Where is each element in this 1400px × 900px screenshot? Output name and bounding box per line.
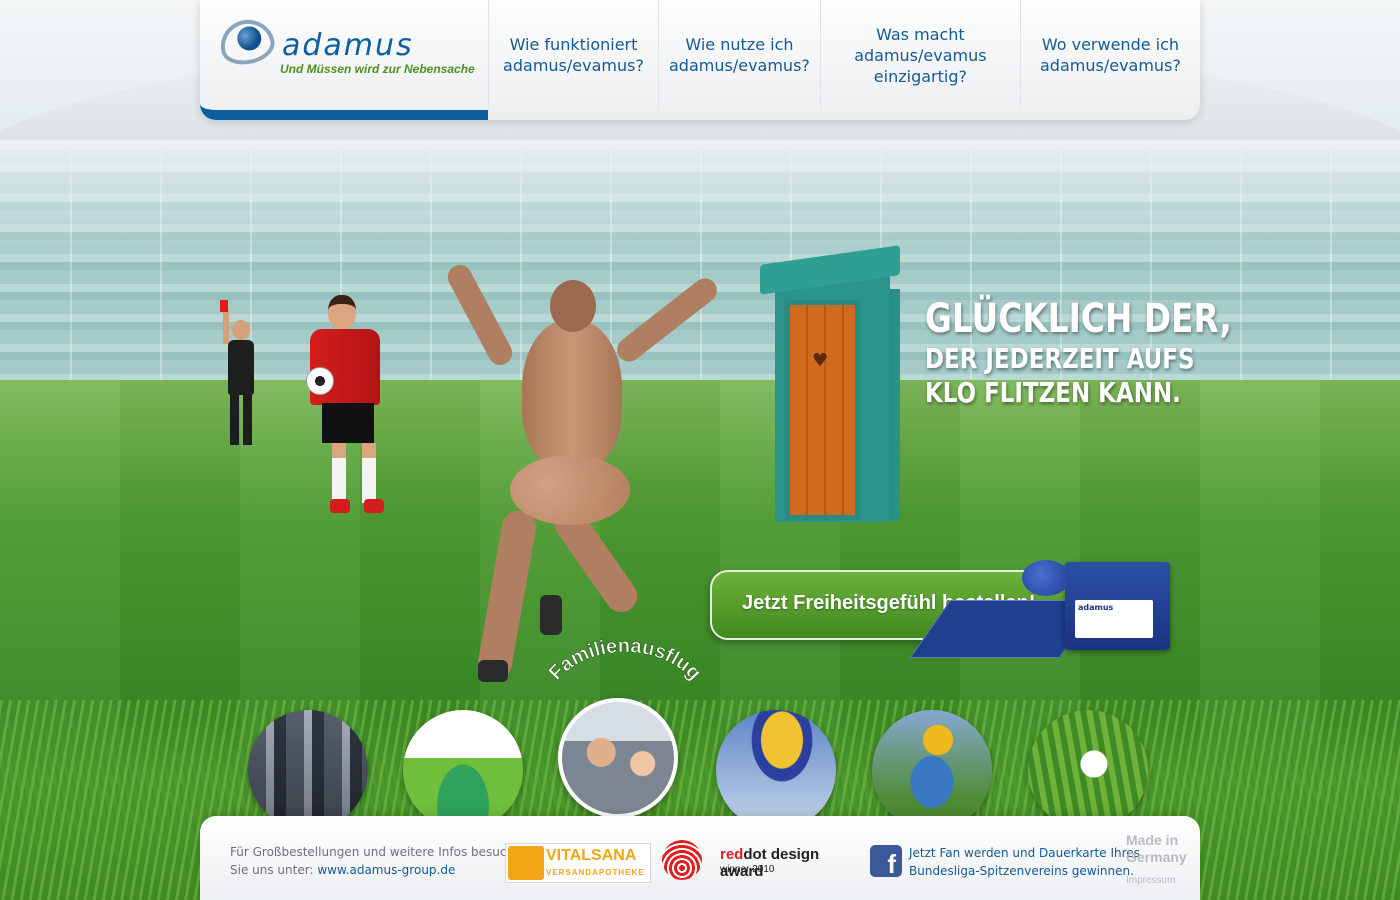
- thumb-construction-worker[interactable]: [872, 710, 992, 830]
- logo-link[interactable]: adamus Und Müssen wird zur Nebensache: [200, 0, 488, 120]
- logo-wordmark: adamus: [282, 28, 414, 63]
- thumb-camping[interactable]: [403, 710, 523, 830]
- nav-how-it-works[interactable]: Wie funktioniert adamus/evamus?: [488, 0, 658, 110]
- red-card: [220, 300, 228, 312]
- made-in-germany: Made in Germany: [1126, 832, 1187, 865]
- main-nav: Wie funktioniert adamus/evamus? Wie nutz…: [488, 0, 1200, 110]
- thumb-cornfield[interactable]: [1028, 710, 1148, 830]
- caption-familienausflug: Familienausflug: [544, 635, 705, 685]
- site-footer: Für Großbestellungen und weitere Infos b…: [200, 816, 1200, 900]
- referee-figure: [220, 300, 265, 450]
- adamus-group-link[interactable]: www.adamus-group.de: [317, 863, 455, 877]
- headline-line-3: KLO FLITZEN KANN.: [925, 376, 1181, 409]
- facebook-fan-link[interactable]: Jetzt Fan werden und Dauerkarte Ihres Bu…: [909, 844, 1140, 880]
- thumb-hot-air-balloon[interactable]: [716, 710, 836, 830]
- hero-headline: GLÜCKLICH DER, DER JEDERZEIT AUFS KLO FL…: [925, 296, 1232, 410]
- impressum-link[interactable]: Impressum: [1126, 875, 1175, 886]
- product-image[interactable]: adamus: [909, 560, 1175, 660]
- football-ball: [306, 367, 334, 395]
- product-box-label: adamus: [1075, 600, 1153, 638]
- logo-tagline: Und Müssen wird zur Nebensache: [280, 62, 475, 76]
- headline-line-1: GLÜCKLICH DER,: [925, 296, 1232, 342]
- football-player-figure: [300, 295, 400, 520]
- scenario-carousel: Familienausflug: [0, 635, 1400, 830]
- facebook-icon[interactable]: f: [870, 845, 902, 879]
- product-box: adamus: [1065, 562, 1170, 650]
- reddot-award-badge: reddot design award winner 2010: [662, 836, 862, 884]
- outhouse-toilet: ♥: [760, 245, 910, 525]
- bulk-order-info: Für Großbestellungen und weitere Infos b…: [230, 845, 530, 877]
- eye-logo-icon: [216, 14, 278, 70]
- headline-line-2: DER JEDERZEIT AUFS: [925, 342, 1195, 375]
- nav-where-to-use[interactable]: Wo verwende ich adamus/evamus?: [1019, 0, 1200, 110]
- nav-how-to-use[interactable]: Wie nutze ich adamus/evamus?: [658, 0, 820, 110]
- site-header: adamus Und Müssen wird zur Nebensache Wi…: [200, 0, 1200, 120]
- active-scenario-caption: Familienausflug: [535, 635, 715, 718]
- reddot-logo-icon: [662, 840, 702, 880]
- thumb-traffic-jam[interactable]: [248, 710, 368, 830]
- nav-what-makes-unique[interactable]: Was macht adamus/evamus einzigartig?: [819, 0, 1020, 110]
- svg-text:Familienausflug: Familienausflug: [545, 635, 706, 685]
- vitalsana-logo-link[interactable]: VITALSANA VERSANDAPOTHEKE: [505, 843, 651, 883]
- heart-icon: ♥: [812, 350, 829, 371]
- vitalsana-badge-icon: [508, 846, 544, 880]
